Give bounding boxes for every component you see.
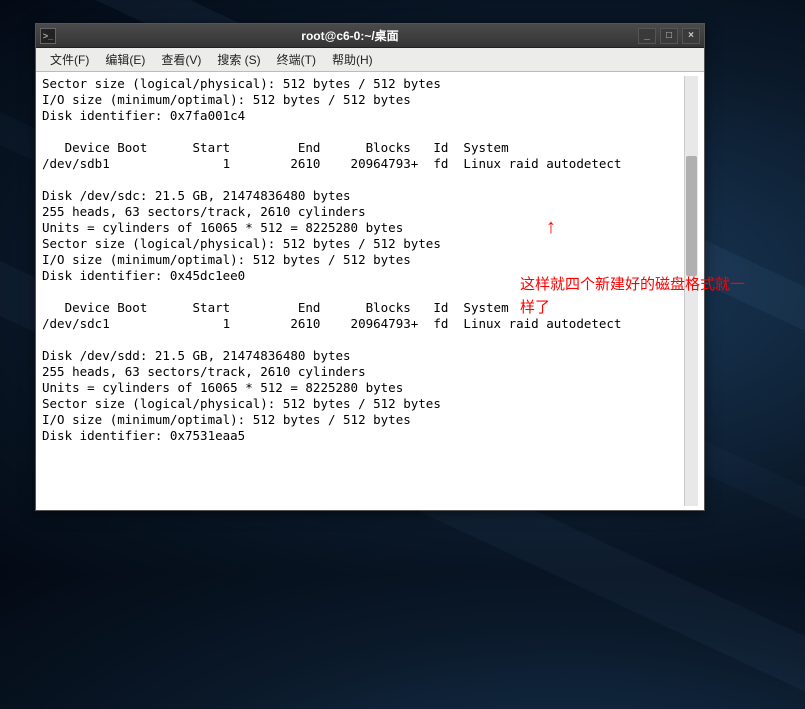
- annotation-arrow-icon: ↑: [546, 216, 556, 239]
- menu-terminal[interactable]: 终端(T): [269, 49, 324, 70]
- menu-edit[interactable]: 编辑(E): [97, 49, 153, 70]
- terminal-window: >_ root@c6-0:~/桌面 _ □ × 文件(F) 编辑(E) 查看(V…: [35, 23, 705, 511]
- menu-search[interactable]: 搜索 (S): [209, 49, 268, 70]
- terminal-icon: >_: [40, 28, 56, 44]
- scrollbar-thumb[interactable]: [686, 156, 697, 276]
- close-button[interactable]: ×: [682, 28, 700, 44]
- menu-view[interactable]: 查看(V): [153, 49, 209, 70]
- window-controls: _ □ ×: [638, 28, 700, 44]
- menubar: 文件(F) 编辑(E) 查看(V) 搜索 (S) 终端(T) 帮助(H): [36, 48, 704, 72]
- titlebar[interactable]: >_ root@c6-0:~/桌面 _ □ ×: [36, 24, 704, 48]
- menu-help[interactable]: 帮助(H): [324, 49, 381, 70]
- maximize-button[interactable]: □: [660, 28, 678, 44]
- menu-file[interactable]: 文件(F): [42, 49, 97, 70]
- window-title: root@c6-0:~/桌面: [62, 27, 638, 44]
- minimize-button[interactable]: _: [638, 28, 656, 44]
- annotation-text: 这样就四个新建好的磁盘格式就一样了: [520, 274, 750, 319]
